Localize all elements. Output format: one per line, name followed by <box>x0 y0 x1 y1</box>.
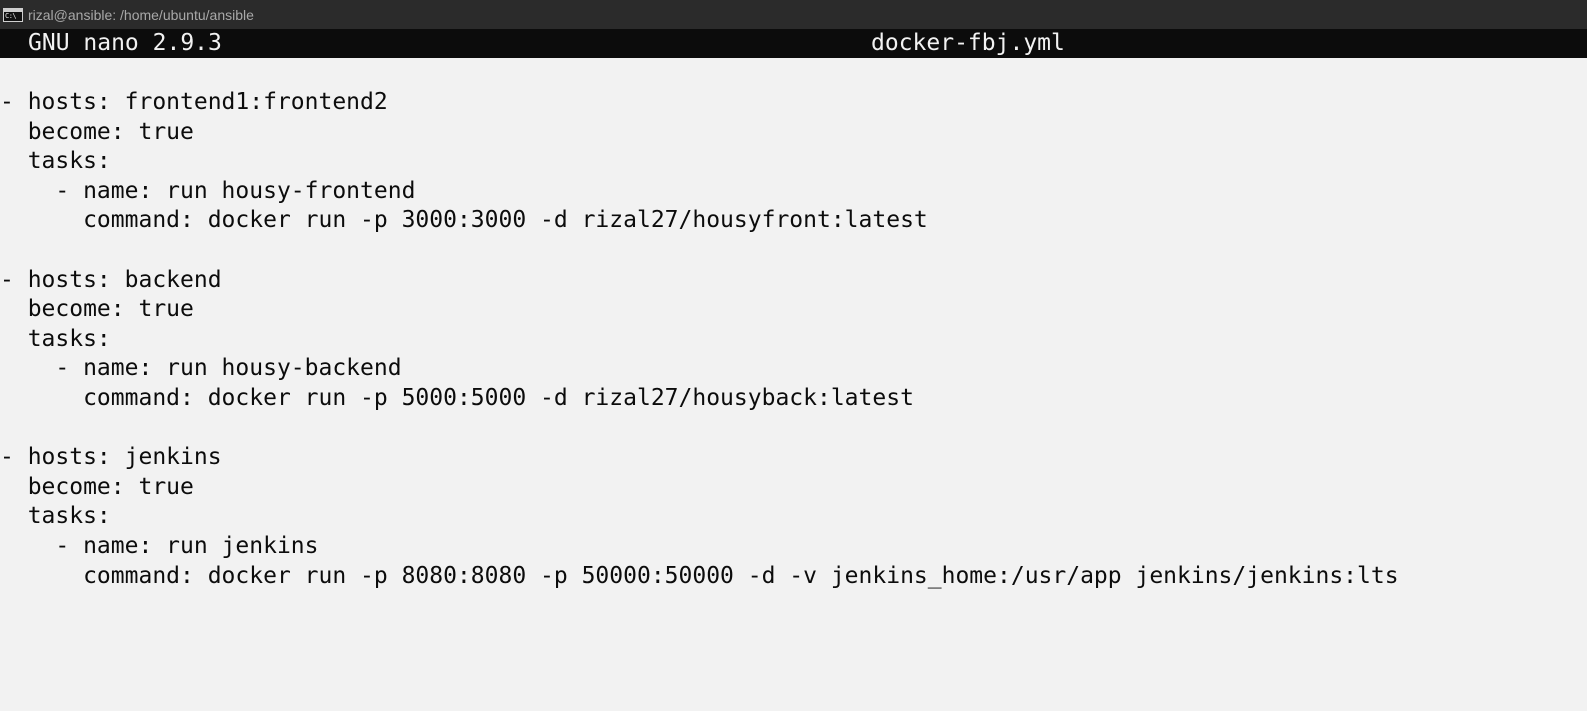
editor-line[interactable] <box>0 414 1587 444</box>
editor-line[interactable]: become: true <box>0 295 1587 325</box>
editor-line[interactable]: - hosts: jenkins <box>0 443 1587 473</box>
editor-line[interactable]: become: true <box>0 118 1587 148</box>
editor-line[interactable]: become: true <box>0 473 1587 503</box>
editor-line[interactable]: tasks: <box>0 502 1587 532</box>
editor-line[interactable]: command: docker run -p 5000:5000 -d riza… <box>0 384 1587 414</box>
editor-line[interactable]: - name: run jenkins <box>0 532 1587 562</box>
editor-line[interactable]: tasks: <box>0 147 1587 177</box>
window-titlebar[interactable]: C:\ rizal@ansible: /home/ubuntu/ansible <box>0 0 1587 29</box>
nano-version: GNU nano 2.9.3 <box>28 30 222 56</box>
editor-line[interactable]: command: docker run -p 3000:3000 -d riza… <box>0 206 1587 236</box>
editor-line[interactable]: - name: run housy-backend <box>0 354 1587 384</box>
cmd-icon[interactable]: C:\ <box>3 7 23 22</box>
editor-text-area[interactable]: - hosts: frontend1:frontend2 become: tru… <box>0 88 1587 591</box>
editor-line[interactable]: command: docker run -p 8080:8080 -p 5000… <box>0 562 1587 592</box>
editor-line[interactable]: - hosts: backend <box>0 266 1587 296</box>
editor-line[interactable]: tasks: <box>0 325 1587 355</box>
nano-header-bar: GNU nano 2.9.3 docker-fbj.yml <box>0 29 1587 58</box>
terminal-window: C:\ rizal@ansible: /home/ubuntu/ansible … <box>0 0 1587 711</box>
editor-line[interactable]: - name: run housy-frontend <box>0 177 1587 207</box>
window-title: rizal@ansible: /home/ubuntu/ansible <box>28 6 254 23</box>
editor-line[interactable] <box>0 236 1587 266</box>
editor-line[interactable]: - hosts: frontend1:frontend2 <box>0 88 1587 118</box>
nano-filename: docker-fbj.yml <box>871 30 1065 56</box>
